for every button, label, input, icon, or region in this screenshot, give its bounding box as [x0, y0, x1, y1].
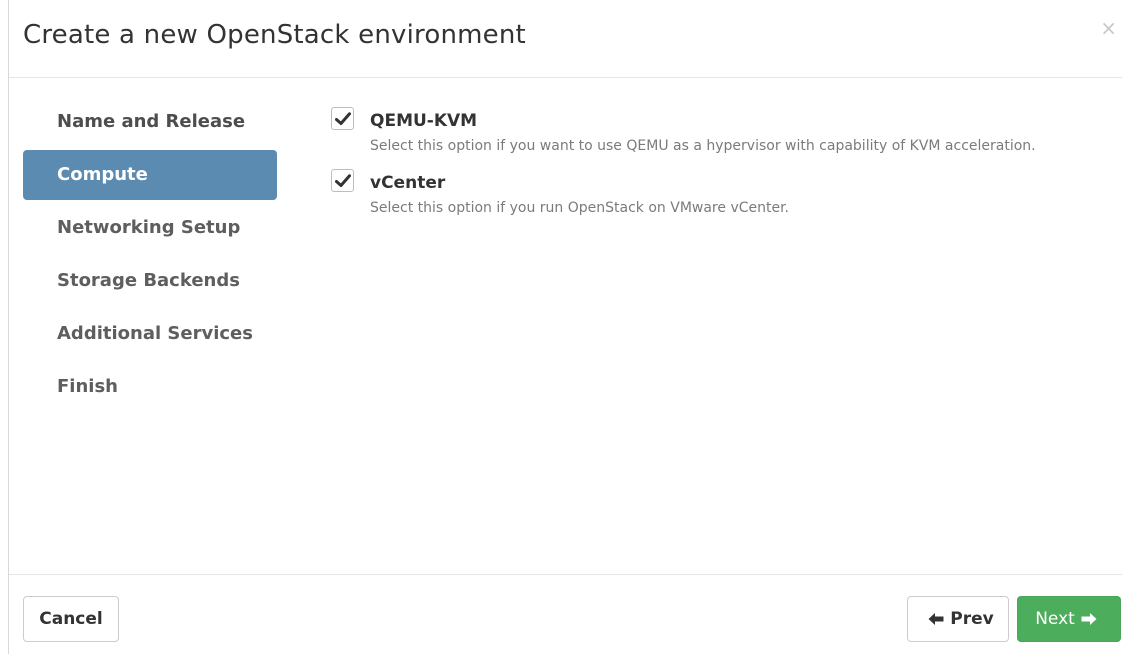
prev-button[interactable]: Prev [907, 596, 1009, 642]
wizard-step-finish[interactable]: Finish [23, 362, 277, 412]
wizard-step-networking-setup[interactable]: Networking Setup [23, 203, 277, 253]
checkmark-icon [335, 112, 351, 125]
vcenter-label[interactable]: vCenter [370, 173, 445, 193]
qemu-kvm-description: Select this option if you want to use QE… [370, 138, 1036, 154]
dialog-footer: Cancel Prev Next [9, 574, 1122, 654]
wizard-step-compute[interactable]: Compute [23, 150, 277, 200]
cancel-button-label: Cancel [39, 609, 103, 629]
wizard-step-name-and-release[interactable]: Name and Release [23, 97, 277, 147]
vcenter-description: Select this option if you run OpenStack … [370, 200, 790, 216]
prev-button-label: Prev [950, 609, 994, 629]
next-button-label: Next [1035, 609, 1075, 629]
close-icon[interactable]: × [1100, 18, 1117, 38]
qemu-kvm-label[interactable]: QEMU-KVM [370, 111, 477, 131]
cancel-button[interactable]: Cancel [23, 596, 119, 642]
checkmark-icon [335, 174, 351, 187]
arrow-left-icon [928, 613, 944, 625]
qemu-kvm-checkbox[interactable] [331, 107, 354, 130]
wizard-steps-nav: Name and Release Compute Networking Setu… [23, 97, 277, 415]
arrow-right-icon [1081, 613, 1097, 625]
create-environment-dialog: Create a new OpenStack environment × Nam… [8, 0, 1122, 654]
wizard-step-additional-services[interactable]: Additional Services [23, 309, 277, 359]
dialog-title: Create a new OpenStack environment [23, 20, 526, 50]
wizard-step-storage-backends[interactable]: Storage Backends [23, 256, 277, 306]
next-button[interactable]: Next [1017, 596, 1121, 642]
vcenter-checkbox[interactable] [331, 169, 354, 192]
dialog-header: Create a new OpenStack environment × [9, 0, 1122, 78]
